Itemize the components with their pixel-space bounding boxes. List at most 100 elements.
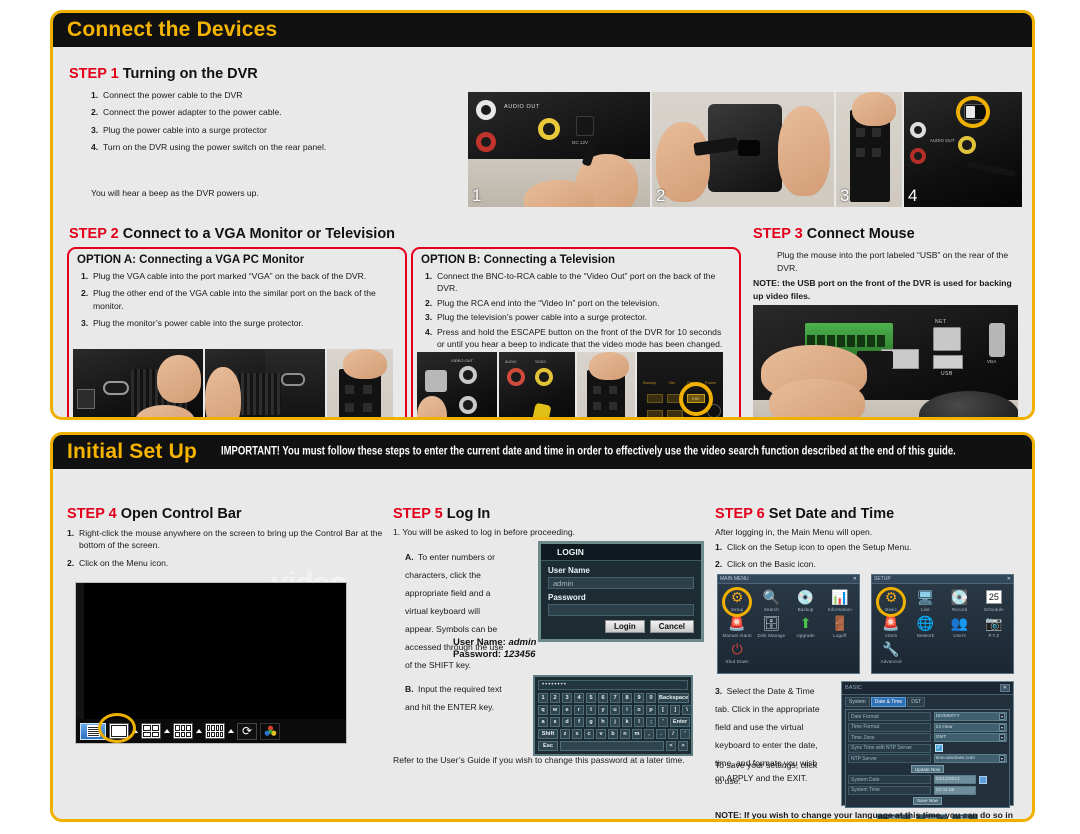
login-button[interactable]: Login (604, 620, 645, 633)
menu-item-shutdown[interactable]: ⏻ Shut Down (720, 640, 754, 664)
password-input[interactable] (548, 604, 694, 616)
layout-3x3-icon[interactable] (173, 723, 193, 739)
key[interactable]: v (596, 729, 606, 739)
key[interactable]: 9 (634, 693, 644, 703)
key[interactable]: < (666, 741, 676, 751)
key[interactable]: 1 (538, 693, 548, 703)
key[interactable]: h (598, 717, 608, 727)
menu-item-live[interactable]: 🖥 Live (908, 588, 942, 612)
key[interactable]: l (634, 717, 644, 727)
setup-menu-window[interactable]: SETUP ✕ ⚙ Basic 🖥 Live 💽 Record 25 Schedule … (871, 574, 1014, 674)
tab-date-time[interactable]: Date & Time (870, 697, 907, 707)
space-key[interactable] (560, 741, 664, 751)
key[interactable]: 2 (550, 693, 560, 703)
key[interactable]: [ (658, 705, 668, 715)
cancel-button[interactable]: Cancel (649, 620, 694, 633)
menu-item-logoff[interactable]: 🚪 Logoff (823, 614, 857, 638)
menu-item-users[interactable]: 👥 Users (943, 614, 977, 638)
key[interactable]: g (586, 717, 596, 727)
key[interactable]: c (584, 729, 594, 739)
update-now-button[interactable]: Update Now (910, 765, 945, 773)
virtual-keyboard[interactable]: •••••••• 1 2 3 4 5 6 7 8 9 0 Backspace q… (533, 675, 693, 756)
key[interactable]: j (610, 717, 620, 727)
key[interactable]: b (608, 729, 618, 739)
key[interactable]: , (644, 729, 654, 739)
key[interactable]: i (622, 705, 632, 715)
key[interactable]: . (656, 729, 666, 739)
dropdown-ntp-server[interactable]: time.windows.com ▾ (933, 754, 1007, 763)
tab-system[interactable]: System (845, 697, 870, 707)
menu-item-backup[interactable]: 💿 Backup (789, 588, 823, 612)
key[interactable]: s (550, 717, 560, 727)
key[interactable]: 4 (574, 693, 584, 703)
backspace-key[interactable]: Backspace (658, 693, 690, 703)
key[interactable]: o (634, 705, 644, 715)
refresh-icon[interactable]: ⟳ (237, 722, 257, 740)
menu-item-ptz[interactable]: 📷 P.T.Z (977, 614, 1011, 638)
chevron-down-icon[interactable]: ▾ (998, 713, 1005, 720)
menu-item-manual-alarm[interactable]: 🚨 Manual Alarm (720, 614, 754, 638)
key[interactable]: r (574, 705, 584, 715)
menu-item-network[interactable]: 🌐 Network (908, 614, 942, 638)
dropdown-time-format[interactable]: 24 Hour ▾ (933, 722, 1007, 732)
key[interactable]: t (586, 705, 596, 715)
chevron-down-icon[interactable]: ▾ (998, 734, 1005, 741)
menu-item-disk-manage[interactable]: 🗄 Disk Manage (754, 614, 788, 638)
layout-4x4-icon[interactable] (205, 723, 225, 739)
key[interactable]: ; (646, 717, 656, 727)
key[interactable]: x (572, 729, 582, 739)
dvr-preview-screen[interactable]: ⟳ (75, 582, 347, 744)
dropdown-time-zone[interactable]: GMT ▾ (933, 733, 1007, 742)
chevron-up-icon-2[interactable] (164, 729, 170, 733)
menu-item-advanced[interactable]: 🔧 Advanced (874, 640, 908, 664)
system-time-input[interactable]: 10:41:55 (933, 785, 976, 795)
key[interactable]: ] (670, 705, 680, 715)
key[interactable]: ' (658, 717, 668, 727)
key[interactable]: n (620, 729, 630, 739)
system-date-input[interactable]: 03/12/2012 (933, 775, 976, 784)
menu-item-search[interactable]: 🔍 Search (754, 588, 788, 612)
chevron-down-icon[interactable]: ▾ (998, 723, 1005, 731)
chevron-up-icon-4[interactable] (228, 729, 234, 733)
key[interactable]: / (668, 729, 678, 739)
key[interactable]: e (562, 705, 572, 715)
main-menu-window[interactable]: MAIN MENU ✕ ⚙ Setup 🔍 Search 💿 Backup 📊 Info… (717, 574, 860, 674)
key[interactable]: p (646, 705, 656, 715)
close-icon[interactable]: ✕ (853, 576, 857, 582)
key[interactable]: ' (680, 729, 690, 739)
key[interactable]: 8 (622, 693, 632, 703)
chevron-down-icon[interactable]: ▾ (998, 755, 1005, 762)
save-now-button[interactable]: Save Now (913, 796, 942, 805)
login-dialog[interactable]: LOGIN User Name admin Password Login Can… (538, 541, 704, 642)
menu-item-information[interactable]: 📊 Information (823, 588, 857, 612)
key[interactable]: m (632, 729, 642, 739)
menu-item-alarm[interactable]: 🚨 Alarm (874, 614, 908, 638)
key[interactable]: > (678, 741, 688, 751)
key[interactable]: 5 (586, 693, 596, 703)
key[interactable]: z (560, 729, 570, 739)
key[interactable]: 3 (562, 693, 572, 703)
key[interactable]: \ (682, 705, 692, 715)
key[interactable]: d (562, 717, 572, 727)
key[interactable]: q (538, 705, 548, 715)
chevron-up-icon-3[interactable] (196, 729, 202, 733)
key[interactable]: k (622, 717, 632, 727)
key[interactable]: u (610, 705, 620, 715)
layout-2x2-icon[interactable] (141, 723, 161, 739)
menu-item-record[interactable]: 💽 Record (943, 588, 977, 612)
shift-key[interactable]: Shift (538, 729, 558, 739)
key[interactable]: y (598, 705, 608, 715)
enter-key[interactable]: Enter (670, 717, 690, 727)
calendar-icon[interactable] (978, 775, 987, 784)
username-input[interactable]: admin (548, 577, 694, 589)
close-icon[interactable]: ✕ (1007, 576, 1011, 582)
menu-item-schedule[interactable]: 25 Schedule (977, 588, 1011, 612)
basic-settings-dialog[interactable]: BASIC ✕ System Date & Time DST Date Form… (841, 681, 1014, 819)
menu-item-upgrade[interactable]: ⬆ Upgrade (789, 614, 823, 638)
key[interactable]: 6 (598, 693, 608, 703)
key[interactable]: 0 (646, 693, 656, 703)
close-icon[interactable]: ✕ (999, 684, 1010, 692)
key[interactable]: w (550, 705, 560, 715)
tab-dst[interactable]: DST (907, 697, 926, 707)
esc-key[interactable]: Esc (538, 741, 558, 751)
